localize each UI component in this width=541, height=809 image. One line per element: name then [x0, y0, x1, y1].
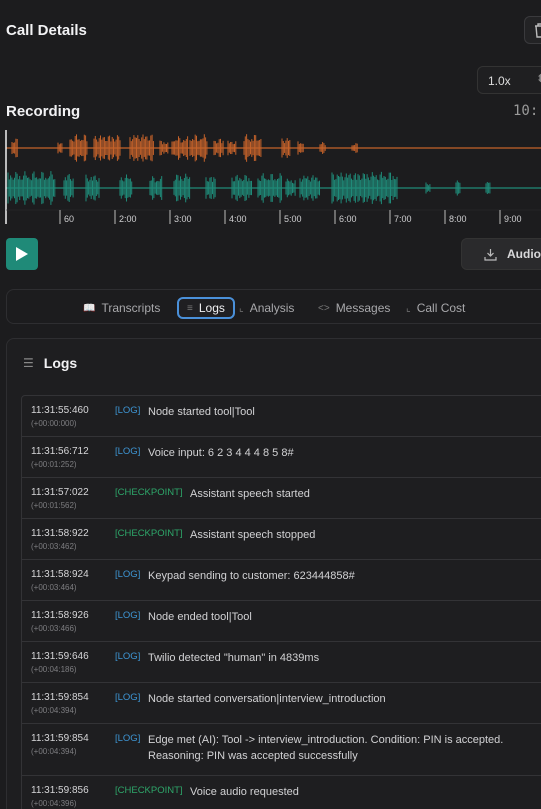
book-icon: 📖	[83, 302, 96, 314]
log-relative-time: (+00:03:464)	[31, 583, 77, 592]
log-message: Twilio detected "human" in 4839ms	[148, 652, 320, 664]
chart-icon: ⌞	[239, 302, 244, 314]
log-timestamp: 11:31:59:854	[31, 692, 89, 703]
log-type: [LOG]	[115, 405, 141, 416]
log-row: 11:31:59:856 (+00:04:396) [CHECKPOINT] V…	[22, 776, 541, 809]
tab-logs[interactable]: ≡ Logs	[177, 297, 235, 319]
tab-label: Messages	[335, 301, 391, 315]
log-message: Edge met (AI): Tool -> interview_introdu…	[148, 734, 504, 762]
timeline-tick-label: 8:00	[449, 214, 467, 224]
log-type: [CHECKPOINT]	[115, 785, 183, 796]
log-relative-time: (+00:04:394)	[31, 747, 77, 756]
log-row: 11:31:58:924 (+00:03:464) [LOG] Keypad s…	[22, 560, 541, 601]
log-row: 11:31:59:854 (+00:04:394) [LOG] Node sta…	[22, 683, 541, 724]
log-relative-time: (+00:04:186)	[31, 665, 77, 674]
log-message: Voice audio requested	[190, 786, 299, 798]
log-message: Node started conversation|interview_intr…	[148, 693, 386, 705]
recording-label: Recording	[6, 103, 81, 120]
tab-messages[interactable]: <> Messages	[318, 297, 390, 319]
log-row: 11:31:59:854 (+00:04:394) [LOG] Edge met…	[22, 724, 541, 776]
tab-label: Logs	[198, 301, 225, 315]
list-icon: ≡	[187, 302, 193, 314]
log-row: 11:31:58:926 (+00:03:466) [LOG] Node end…	[22, 601, 541, 642]
log-row: 11:31:58:922 (+00:03:462) [CHECKPOINT] A…	[22, 519, 541, 560]
timeline-tick-label: 9:00	[504, 214, 522, 224]
tab-analysis[interactable]: ⌞ Analysis	[239, 297, 294, 319]
select-caret-icon: ⬍	[536, 73, 541, 85]
timeline-tick-label: 2:00	[119, 214, 137, 224]
log-relative-time: (+00:03:462)	[31, 542, 77, 551]
log-row: 11:31:56:712 (+00:01:252) [LOG] Voice in…	[22, 437, 541, 478]
log-timestamp: 11:31:55:460	[31, 405, 89, 416]
log-relative-time: (+00:01:562)	[31, 501, 77, 510]
log-relative-time: (+00:04:396)	[31, 799, 77, 808]
log-timestamp: 11:31:59:854	[31, 733, 89, 744]
log-timestamp: 11:31:58:926	[31, 610, 89, 621]
timeline-tick-label: 4:00	[229, 214, 247, 224]
tab-label: Call Cost	[416, 301, 466, 315]
tab-transcripts[interactable]: 📖 Transcripts	[83, 297, 160, 319]
timeline-tick-label: 5:00	[284, 214, 302, 224]
log-message: Node ended tool|Tool	[148, 611, 252, 623]
log-list[interactable]: 11:31:55:460 (+00:00:000) [LOG] Node sta…	[21, 395, 541, 809]
timeline-ticks: 60 2:00 3:00 4:00 5:00 6:00 7:00 8:00 9:00	[59, 210, 522, 224]
log-message: Assistant speech started	[190, 488, 310, 500]
log-message: Assistant speech stopped	[190, 529, 316, 541]
trash-icon	[535, 23, 541, 38]
timeline-tick-label: 60	[64, 214, 74, 224]
log-type: [LOG]	[115, 651, 141, 662]
log-timestamp: 11:31:58:922	[31, 528, 89, 539]
download-audio-button[interactable]: Audio	[461, 238, 541, 270]
log-relative-time: (+00:01:252)	[31, 460, 77, 469]
log-message: Node started tool|Tool	[148, 406, 255, 418]
delete-button[interactable]	[524, 16, 541, 44]
log-type: [LOG]	[115, 569, 141, 580]
tab-call-cost[interactable]: ⌞ Call Cost	[406, 297, 465, 319]
logs-panel: ☰ Logs 11:31:55:460 (+00:00:000) [LOG] N…	[6, 338, 541, 809]
log-relative-time: (+00:04:394)	[31, 706, 77, 715]
log-type: [LOG]	[115, 610, 141, 621]
playback-speed-value: 1.0x	[488, 74, 511, 88]
detail-tabs: 📖 Transcripts ≡ Logs ⌞ Analysis <> Messa…	[6, 289, 541, 324]
download-icon	[484, 248, 497, 261]
log-row: 11:31:57:022 (+00:01:562) [CHECKPOINT] A…	[22, 478, 541, 519]
logs-title: Logs	[43, 355, 78, 371]
code-icon: <>	[318, 302, 330, 314]
log-type: [LOG]	[115, 446, 141, 457]
log-relative-time: (+00:03:466)	[31, 624, 77, 633]
log-message: Keypad sending to customer: 623444858#	[148, 570, 355, 582]
log-relative-time: (+00:00:000)	[31, 419, 77, 428]
log-timestamp: 11:31:59:646	[31, 651, 89, 662]
log-row: 11:31:59:646 (+00:04:186) [LOG] Twilio d…	[22, 642, 541, 683]
log-type: [CHECKPOINT]	[115, 528, 183, 539]
timeline-tick-label: 3:00	[174, 214, 192, 224]
log-type: [CHECKPOINT]	[115, 487, 183, 498]
timeline-tick-label: 7:00	[394, 214, 412, 224]
bar-chart-icon: ⌞	[406, 302, 411, 314]
page-title: Call Details	[6, 22, 87, 39]
log-timestamp: 11:31:56:712	[31, 446, 89, 457]
log-type: [LOG]	[115, 692, 141, 703]
log-timestamp: 11:31:59:856	[31, 785, 89, 796]
logs-header: ☰ Logs	[23, 355, 77, 371]
tab-label: Transcripts	[101, 301, 161, 315]
recording-time: 10:	[513, 103, 539, 119]
audio-waveform[interactable]: 60 2:00 3:00 4:00 5:00 6:00 7:00 8:00 9:00	[0, 126, 541, 226]
tab-label: Analysis	[249, 301, 295, 315]
playback-speed-select[interactable]: 1.0x ⬍	[477, 66, 541, 94]
log-timestamp: 11:31:58:924	[31, 569, 89, 580]
log-type: [LOG]	[115, 733, 141, 744]
play-button[interactable]	[6, 238, 38, 270]
list-icon: ☰	[23, 356, 34, 370]
download-audio-label: Audio	[507, 247, 541, 261]
play-icon	[16, 247, 28, 261]
timeline-tick-label: 6:00	[339, 214, 357, 224]
log-timestamp: 11:31:57:022	[31, 487, 89, 498]
log-message: Voice input: 6 2 3 4 4 4 8 5 8#	[148, 447, 294, 459]
log-row: 11:31:55:460 (+00:00:000) [LOG] Node sta…	[22, 396, 541, 437]
